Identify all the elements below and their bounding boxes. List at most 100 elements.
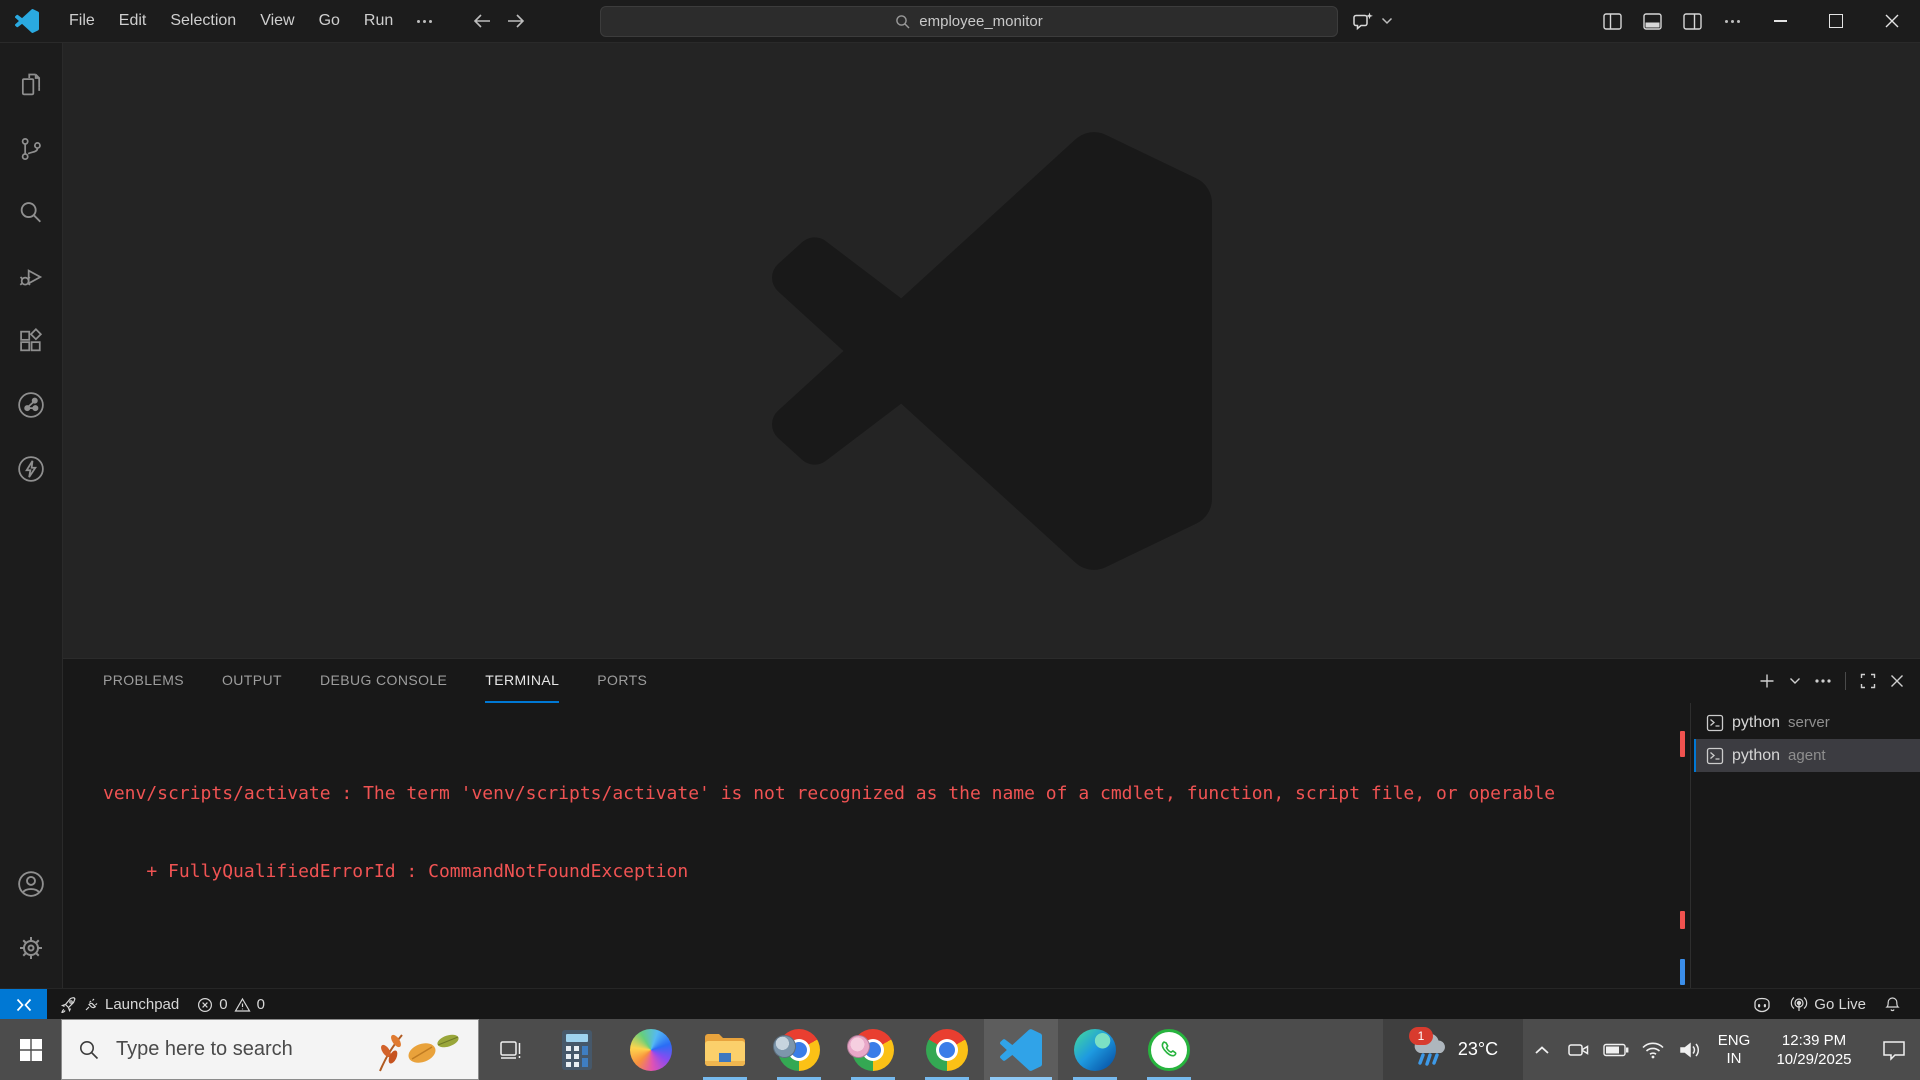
language-secondary: IN: [1726, 1049, 1742, 1067]
maximize-panel-icon[interactable]: [1860, 673, 1876, 689]
panel-more-icon[interactable]: [1815, 679, 1831, 683]
extensions-icon[interactable]: [0, 309, 62, 373]
accounts-icon[interactable]: [0, 852, 62, 916]
taskbar-chrome-3[interactable]: [910, 1019, 984, 1080]
taskbar-search-input[interactable]: [114, 1037, 368, 1062]
taskbar-weather-widget[interactable]: 1 23°C: [1383, 1019, 1523, 1080]
forward-arrow-icon[interactable]: [506, 12, 526, 30]
copilot-app-icon: [630, 1028, 672, 1071]
editor-area[interactable]: [63, 43, 1920, 658]
taskbar-vscode[interactable]: [984, 1019, 1058, 1080]
vscode-app-icon: [1000, 1028, 1042, 1071]
activity-bar: [0, 43, 63, 988]
start-button[interactable]: [0, 1019, 61, 1080]
tab-terminal[interactable]: TERMINAL: [485, 660, 560, 703]
menu-file[interactable]: File: [57, 0, 107, 42]
menu-view[interactable]: View: [248, 0, 306, 42]
live-share-extension-icon[interactable]: [0, 373, 62, 437]
go-live-status-item[interactable]: Go Live: [1781, 989, 1875, 1020]
vscode-window: File Edit Selection View Go Run employee…: [0, 0, 1920, 1080]
taskbar-clock[interactable]: 12:39 PM 10/29/2025: [1760, 1019, 1868, 1080]
taskbar-edge[interactable]: [1058, 1019, 1132, 1080]
new-terminal-icon[interactable]: [1759, 673, 1775, 689]
clock-date: 10/29/2025: [1776, 1050, 1852, 1068]
wifi-icon[interactable]: [1634, 1019, 1671, 1080]
maximize-button[interactable]: [1808, 0, 1864, 42]
vscode-logo-icon: [15, 9, 39, 33]
autumn-leaves-decoration: [379, 1034, 459, 1072]
taskbar-spacer: [1206, 1019, 1383, 1080]
search-sidebar-icon[interactable]: [0, 181, 62, 245]
menu-edit[interactable]: Edit: [107, 0, 159, 42]
windows-taskbar: 1 23°C ENG IN 12:39 PM: [0, 1019, 1920, 1080]
menu-selection[interactable]: Selection: [158, 0, 248, 42]
command-center-search[interactable]: employee_monitor: [600, 6, 1338, 37]
problems-status-item[interactable]: 0 0: [188, 989, 274, 1020]
minimize-button[interactable]: [1752, 0, 1808, 42]
history-nav: [472, 12, 526, 30]
terminal-tab-python-server[interactable]: python server: [1694, 706, 1920, 739]
temperature-label: 23°C: [1457, 1039, 1499, 1059]
launchpad-status-item[interactable]: Launchpad: [51, 989, 188, 1020]
settings-gear-icon[interactable]: [0, 916, 62, 980]
close-panel-icon[interactable]: [1890, 674, 1904, 688]
titlebar-controls: [1592, 0, 1920, 42]
taskbar-file-explorer[interactable]: [688, 1019, 762, 1080]
meet-now-camera-icon[interactable]: [1560, 1019, 1597, 1080]
taskbar-calculator[interactable]: [540, 1019, 614, 1080]
statusbar-right: Go Live: [1743, 989, 1920, 1020]
terminal-icon: [1706, 747, 1724, 764]
tab-ports[interactable]: PORTS: [597, 660, 647, 703]
taskbar-whatsapp[interactable]: [1132, 1019, 1206, 1080]
action-center-button[interactable]: [1868, 1019, 1920, 1080]
terminal-tab-list: python server python agent: [1694, 706, 1920, 772]
taskbar-chrome-profile-1[interactable]: [762, 1019, 836, 1080]
terminal-tab-name: python: [1732, 713, 1781, 731]
thunder-client-extension-icon[interactable]: [0, 437, 62, 501]
terminal-tabs-divider: [1690, 703, 1691, 989]
terminal-tab-python-agent[interactable]: python agent: [1694, 739, 1920, 772]
task-view-button[interactable]: [479, 1019, 540, 1080]
volume-icon[interactable]: [1671, 1019, 1708, 1080]
menu-run[interactable]: Run: [352, 0, 405, 42]
menu-go[interactable]: Go: [307, 0, 352, 42]
search-icon: [80, 1040, 99, 1059]
whatsapp-icon: [1148, 1028, 1190, 1071]
close-button[interactable]: [1864, 0, 1920, 42]
command-center-value: employee_monitor: [919, 13, 1043, 30]
chrome-profile-avatar: [773, 1035, 796, 1058]
vscode-watermark: [771, 131, 1212, 570]
copilot-status-item[interactable]: [1743, 989, 1781, 1020]
back-arrow-icon[interactable]: [472, 12, 492, 30]
edge-icon: [1074, 1028, 1116, 1071]
copilot-chat-icon: [1353, 12, 1373, 30]
run-debug-icon[interactable]: [0, 245, 62, 309]
tab-debug-console[interactable]: DEBUG CONSOLE: [320, 660, 447, 703]
layout-more-icon[interactable]: [1712, 0, 1752, 42]
errors-icon: [198, 997, 213, 1012]
error-count: 0: [219, 996, 228, 1013]
windows-logo-icon: [19, 1038, 42, 1061]
notifications-bell[interactable]: [1875, 989, 1910, 1020]
copilot-button[interactable]: [1348, 5, 1397, 36]
source-control-icon[interactable]: [0, 117, 62, 181]
tray-chevron-up-icon[interactable]: [1523, 1019, 1560, 1080]
system-tray: [1523, 1019, 1708, 1080]
tab-problems[interactable]: PROBLEMS: [103, 660, 184, 703]
battery-icon[interactable]: [1597, 1019, 1634, 1080]
language-indicator[interactable]: ENG IN: [1708, 1019, 1760, 1080]
remote-indicator[interactable]: [0, 989, 47, 1020]
chrome-profile-avatar: [847, 1035, 870, 1058]
toggle-secondary-sidebar-icon[interactable]: [1672, 0, 1712, 42]
tab-output[interactable]: OUTPUT: [222, 660, 282, 703]
terminal-profile-chevron-icon[interactable]: [1789, 677, 1801, 685]
menu-overflow-icon[interactable]: [405, 0, 444, 42]
taskbar-chrome-profile-2[interactable]: [836, 1019, 910, 1080]
toggle-panel-icon[interactable]: [1632, 0, 1672, 42]
taskbar-copilot[interactable]: [614, 1019, 688, 1080]
toggle-sidebar-icon[interactable]: [1592, 0, 1632, 42]
weather-notification-badge: 1: [1409, 1027, 1433, 1045]
taskbar-search-box[interactable]: [61, 1019, 479, 1080]
explorer-icon[interactable]: [0, 53, 62, 117]
